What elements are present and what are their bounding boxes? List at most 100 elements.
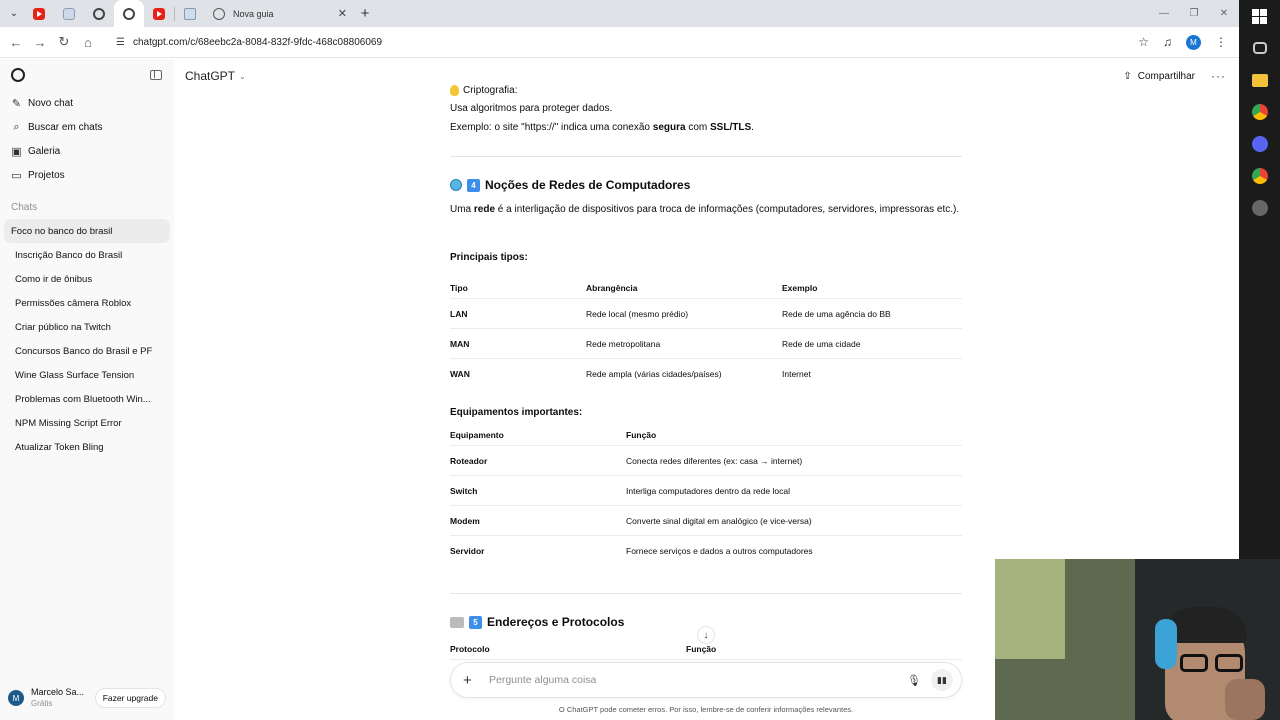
crypto-line-2-text: Exemplo: o site "https://" indica uma co… <box>450 122 653 133</box>
arrow-down-icon: ↓ <box>703 629 709 641</box>
microphone-app-icon[interactable] <box>1250 198 1270 218</box>
table-cell: Rede de uma cidade <box>782 338 861 349</box>
sidebar-action-projects[interactable]: ▭ Projetos <box>0 163 174 187</box>
section-4-title: Noções de Redes de Computadores <box>485 178 691 192</box>
model-selector[interactable]: ChatGPT ⌄ <box>185 69 246 83</box>
webcam-overlay <box>995 559 1280 720</box>
table-cell: Internet <box>782 369 811 379</box>
para-text-a: Uma <box>450 204 474 215</box>
discord-icon[interactable] <box>1250 134 1270 154</box>
share-button[interactable]: ⇪ Compartilhar <box>1123 71 1195 82</box>
table-cell: WAN <box>450 369 470 379</box>
crypto-line-1: Usa algoritmos para proteger dados. <box>450 103 613 114</box>
url-field[interactable]: ☰ chatgpt.com/c/68eebc2a-8084-832f-9fdc-… <box>106 30 1126 54</box>
site-settings-icon[interactable]: ☰ <box>116 37 125 48</box>
chat-history-item[interactable]: Criar público na Twitch <box>4 315 170 339</box>
home-icon[interactable]: ⌂ <box>76 35 100 50</box>
table-cell: MAN <box>450 338 470 349</box>
composer: + 🎙 ▮▮ <box>450 662 962 698</box>
chatgpt-favicon-icon <box>123 7 135 20</box>
crypto-line-2-bold-b: SSL/TLS <box>710 122 752 133</box>
table-cell: Modem <box>450 515 480 526</box>
tab-pci[interactable] <box>54 0 84 27</box>
more-options-icon[interactable]: ··· <box>1211 69 1226 83</box>
chat-history-item[interactable]: Wine Glass Surface Tension <box>4 363 170 387</box>
window-controls: — ❐ ✕ <box>1149 8 1239 19</box>
microphone-icon[interactable]: 🎙 <box>907 674 921 687</box>
crypto-heading: Criptografia: <box>450 85 517 96</box>
table-row: WAN Rede ampla (várias cidades/países) Int… <box>450 359 962 389</box>
table-row: Servidor Fornece serviços e dados a outro… <box>450 536 962 566</box>
chatgpt-favicon-icon <box>93 7 105 20</box>
back-icon[interactable]: ← <box>4 35 28 50</box>
table-header-cell: Tipo <box>450 282 468 293</box>
chrome-profile-icon[interactable] <box>1250 166 1270 186</box>
restore-button[interactable]: ❐ <box>1179 8 1209 19</box>
close-tab-icon[interactable]: ✕ <box>338 7 347 20</box>
forward-icon[interactable]: → <box>28 35 52 50</box>
sidebar-action-label: Projetos <box>28 169 65 181</box>
new-tab-button[interactable]: + <box>355 5 375 22</box>
browser-menu-icon[interactable]: ⋮ <box>1215 35 1227 49</box>
sidebar-toggle-icon[interactable] <box>150 70 162 80</box>
prompt-input[interactable] <box>489 674 907 686</box>
chat-history-item[interactable]: Inscrição Banco do Brasil <box>4 243 170 267</box>
scroll-to-bottom-button[interactable]: ↓ <box>697 626 715 644</box>
user-menu[interactable]: M Marcelo Sa... Grátis Fazer upgrade <box>0 676 174 720</box>
table-cell: Rede ampla (várias cidades/países) <box>586 369 722 379</box>
reload-icon[interactable]: ↻ <box>52 34 76 50</box>
sidebar-header <box>0 59 174 91</box>
user-info: Marcelo Sa... Grátis <box>31 687 84 709</box>
tab-chatgpt-active[interactable] <box>114 0 144 27</box>
crypto-line-2: Exemplo: o site "https://" indica uma co… <box>450 122 754 133</box>
chat-history-item[interactable]: Foco no banco do brasil <box>4 219 170 243</box>
chat-history-item[interactable]: Problemas com Bluetooth Win... <box>4 387 170 411</box>
chats-section-heading: Chats <box>11 201 38 213</box>
sidebar-action-search[interactable]: ⌕ Buscar em chats <box>0 115 174 139</box>
user-plan: Grátis <box>31 699 53 708</box>
youtube-icon <box>153 7 165 20</box>
sidebar-action-new-chat[interactable]: ✎ Novo chat <box>0 91 174 115</box>
voice-mode-button[interactable]: ▮▮ <box>931 669 953 691</box>
chat-history-item[interactable]: NPM Missing Script Error <box>4 411 170 435</box>
sidebar-action-gallery[interactable]: ▣ Galeria <box>0 139 174 163</box>
tab-nova-guia[interactable]: Nova guia ✕ <box>205 0 355 27</box>
profile-avatar[interactable]: M <box>1186 34 1201 50</box>
gallery-icon: ▣ <box>11 145 22 158</box>
add-attachment-icon[interactable]: + <box>463 672 479 689</box>
section-4-paragraph: Uma rede é a interligação de dispositivo… <box>450 201 962 219</box>
new-chat-icon: ✎ <box>11 97 22 110</box>
chat-history-item[interactable]: Atualizar Token Bling <box>4 435 170 459</box>
task-view-icon[interactable] <box>1250 38 1270 58</box>
close-window-button[interactable]: ✕ <box>1209 8 1239 19</box>
browser-tab-bar: ⌄ Nova guia ✕ + — ❐ ✕ <box>0 0 1239 27</box>
tab-youtube-1[interactable] <box>24 0 54 27</box>
para-text-b: é a interligação de dispositivos para tr… <box>495 204 960 215</box>
network-types-table: Tipo Abrangência Exemplo LAN Rede local (… <box>450 277 962 389</box>
chat-history-item[interactable]: Concursos Banco do Brasil e PF <box>4 339 170 363</box>
divider <box>450 156 962 157</box>
table-row: Modem Converte sinal digital em analógico… <box>450 506 962 536</box>
tab-image[interactable] <box>175 0 205 27</box>
file-explorer-icon[interactable] <box>1250 70 1270 90</box>
openai-logo-icon[interactable] <box>11 68 25 82</box>
upgrade-button[interactable]: Fazer upgrade <box>94 688 166 708</box>
sidebar: ✎ Novo chat ⌕ Buscar em chats ▣ Galeria ▭ Proje… <box>0 59 174 720</box>
avatar: M <box>8 690 24 706</box>
chrome-icon[interactable] <box>1250 102 1270 122</box>
table-cell: Roteador <box>450 455 488 466</box>
tab-chatgpt-1[interactable] <box>84 0 114 27</box>
minimize-button[interactable]: — <box>1149 8 1179 19</box>
globe-icon <box>213 7 225 20</box>
url-text: chatgpt.com/c/68eebc2a-8084-832f-9fdc-46… <box>132 36 383 48</box>
chat-history-item[interactable]: Permissões câmera Roblox <box>4 291 170 315</box>
windows-start-icon[interactable] <box>1250 6 1270 26</box>
table-cell: Switch <box>450 485 478 496</box>
tab-youtube-2[interactable] <box>144 0 174 27</box>
media-controls-icon[interactable]: ♫ <box>1163 35 1172 49</box>
bookmark-star-icon[interactable]: ☆ <box>1138 35 1149 49</box>
image-favicon-icon <box>184 7 196 20</box>
tab-search-dropdown-icon[interactable]: ⌄ <box>4 4 24 24</box>
chat-history-item[interactable]: Como ir de ônibus <box>4 267 170 291</box>
waveform-icon: ▮▮ <box>937 674 947 685</box>
